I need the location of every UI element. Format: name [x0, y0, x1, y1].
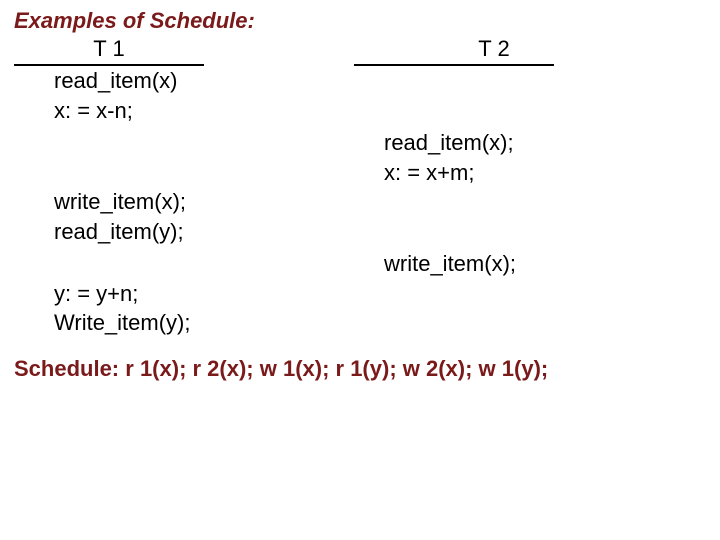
- t2-header: T 2: [354, 36, 634, 64]
- t1-header: T 1: [14, 36, 204, 64]
- t1-op: y: = y+n;: [54, 279, 204, 309]
- column-t2: T 2 read_item(x); x: = x+m; write_item(x…: [354, 36, 634, 338]
- columns: T 1 read_item(x) x: = x-n; write_item(x)…: [14, 36, 706, 338]
- slide-title: Examples of Schedule:: [14, 8, 706, 34]
- gap: [354, 187, 634, 249]
- slide: Examples of Schedule: T 1 read_item(x) x…: [0, 0, 720, 390]
- schedule-label: Schedule:: [14, 356, 119, 381]
- gap: [14, 125, 334, 187]
- schedule-line: Schedule: r 1(x); r 2(x); w 1(x); r 1(y)…: [14, 356, 706, 382]
- t1-block1: read_item(x) x: = x-n;: [14, 66, 204, 125]
- gap: [354, 66, 634, 128]
- t2-op: read_item(x);: [384, 128, 584, 158]
- schedule-sequence: r 1(x); r 2(x); w 1(x); r 1(y); w 2(x); …: [125, 356, 548, 381]
- column-t1: T 1 read_item(x) x: = x-n; write_item(x)…: [14, 36, 334, 338]
- t1-op: x: = x-n;: [54, 96, 204, 126]
- t2-op: x: = x+m;: [384, 158, 584, 188]
- t1-block3: y: = y+n; Write_item(y);: [14, 279, 204, 338]
- gap: [14, 247, 334, 279]
- t2-op: write_item(x);: [384, 249, 584, 279]
- t1-op: write_item(x);: [54, 187, 204, 217]
- t1-op: read_item(y);: [54, 217, 204, 247]
- t1-op: Write_item(y);: [54, 308, 204, 338]
- t1-block2: write_item(x); read_item(y);: [14, 187, 204, 246]
- t2-block2: write_item(x);: [354, 249, 584, 279]
- t2-block1: read_item(x); x: = x+m;: [354, 128, 584, 187]
- t1-op: read_item(x): [54, 66, 204, 96]
